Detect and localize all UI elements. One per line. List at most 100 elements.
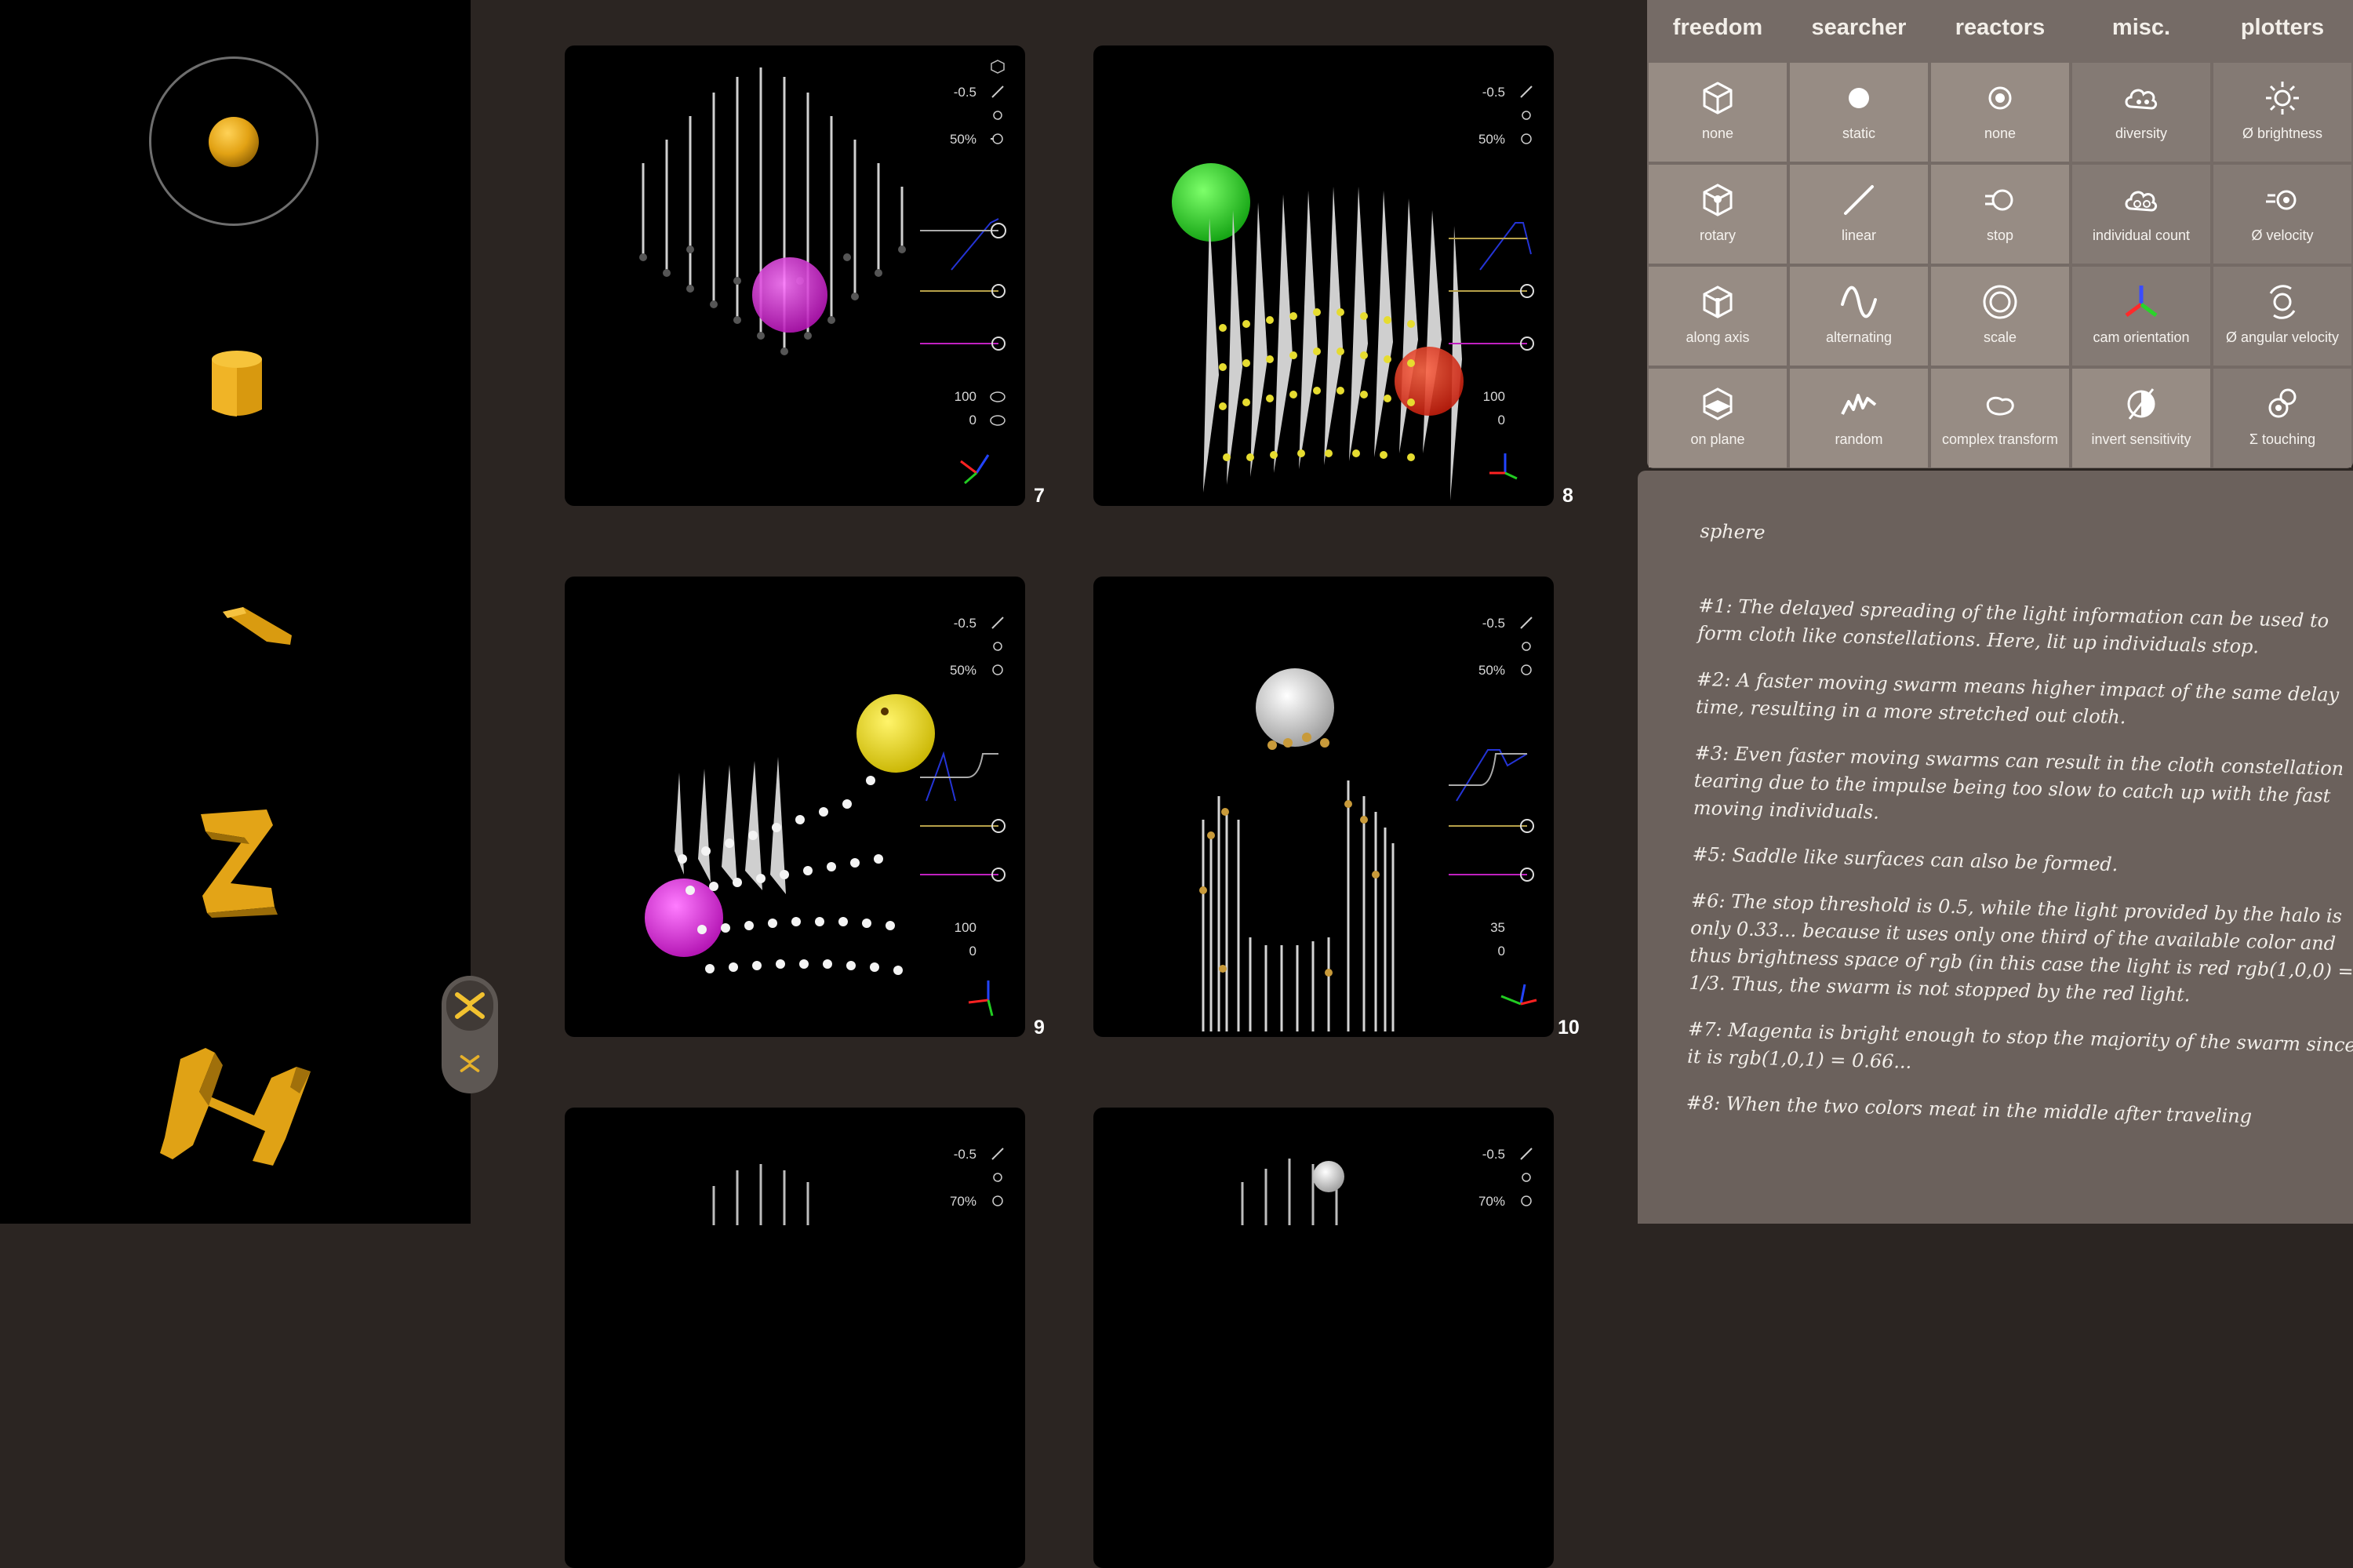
stop-icon[interactable] (989, 130, 1006, 147)
zigzag-icon (1841, 394, 1877, 415)
freedom-along-axis-label: along axis (1686, 329, 1750, 345)
searcher-static-label: static (1842, 126, 1875, 141)
individual-count-value: 100 (954, 389, 976, 404)
tab-reactors[interactable]: reactors (1929, 0, 2071, 55)
brightness-graph (920, 218, 1006, 271)
simulation-tile-10[interactable]: -0.5 50% 35 0 (1093, 577, 1554, 1037)
stop-icon[interactable] (1518, 1192, 1535, 1210)
searcher-static[interactable]: static (1790, 63, 1928, 162)
cube-icon (1703, 82, 1733, 115)
cloud-count-icon[interactable] (989, 387, 1006, 405)
note-paragraph: #1: The delayed spreading of the light i… (1697, 594, 2329, 658)
cube-axis-icon (1703, 286, 1733, 318)
freedom-none[interactable]: none (1649, 63, 1787, 162)
searcher-linear[interactable]: linear (1790, 165, 1928, 264)
searcher-alternating[interactable]: alternating (1790, 267, 1928, 366)
stop-icon[interactable] (1518, 130, 1535, 147)
tile-hud: -0.5 70% (1457, 1120, 1543, 1559)
swarm-toggle-active[interactable] (446, 980, 493, 1031)
sun-icon (2266, 82, 2299, 115)
cloud-icon (2125, 89, 2158, 110)
note-paragraph: #7: Magenta is bright enough to stop the… (1686, 1017, 2353, 1073)
dot-icon[interactable] (989, 107, 1006, 124)
reactor-stop-label: stop (1986, 227, 2014, 243)
tab-freedom[interactable]: freedom (1647, 0, 1788, 55)
touching-graph (1449, 868, 1534, 882)
simulation-tile-12[interactable]: -0.5 70% (1093, 1108, 1554, 1568)
line-icon[interactable] (1518, 614, 1535, 631)
shape-sphere[interactable] (205, 114, 262, 170)
velocity-icon (2266, 190, 2297, 210)
freedom-rotary[interactable]: rotary (1649, 165, 1787, 264)
individual-count-value: 100 (1482, 389, 1505, 404)
stop-icon[interactable] (989, 661, 1006, 678)
stop-threshold-value: -0.5 (953, 616, 976, 631)
misc-individual-count[interactable]: individual count (2072, 165, 2210, 264)
note-paragraph: #2: A faster moving swarm means higher i… (1695, 668, 2340, 729)
shape-cylinder[interactable] (205, 345, 268, 424)
reactor-stop[interactable]: stop (1931, 165, 2069, 264)
touching-graph (920, 337, 1006, 351)
freedom-on-plane-label: on plane (1690, 431, 1745, 447)
reactor-scale[interactable]: scale (1931, 267, 2069, 366)
shape-h[interactable] (157, 1043, 322, 1169)
simulation-tile-11[interactable]: -0.5 70% (565, 1108, 1025, 1568)
swarm-toggle-group (442, 976, 498, 1093)
shape-tick[interactable] (220, 604, 298, 651)
tile-hud: -0.5 50% 100 0 (920, 589, 1014, 1028)
simulation-tile-8[interactable]: -0.5 50% 100 0 (1093, 45, 1554, 506)
line-icon[interactable] (989, 614, 1006, 631)
plotter-brightness-label: Ø brightness (2242, 126, 2323, 141)
misc-cam-orientation[interactable]: cam orientation (2072, 267, 2210, 366)
misc-diversity-label: diversity (2115, 126, 2167, 141)
tab-searcher[interactable]: searcher (1788, 0, 1929, 55)
cube-rotary-icon (1703, 184, 1733, 216)
freedom-on-plane[interactable]: on plane (1649, 369, 1787, 467)
shape-selector (0, 0, 471, 1224)
cloud-icon[interactable] (989, 411, 1006, 428)
tile-hud: -0.5 50% 35 0 (1449, 589, 1543, 1028)
plotter-brightness[interactable]: Ø brightness (2213, 63, 2351, 162)
searcher-random[interactable]: random (1790, 369, 1928, 467)
misc-individual-count-label: individual count (2092, 227, 2191, 243)
scale-icon (1983, 285, 2017, 319)
note-paragraph: #6: The stop threshold is 0.5, while the… (1689, 889, 2353, 1006)
plotter-velocity[interactable]: Ø velocity (2213, 165, 2351, 264)
dot-icon[interactable] (989, 638, 1006, 655)
simulation-tile-9[interactable]: -0.5 50% 100 0 (565, 577, 1025, 1037)
simulation-tile-7[interactable]: -0.5 50% 100 0 (565, 45, 1025, 506)
misc-invert-sensitivity[interactable]: invert sensitivity (2072, 369, 2210, 467)
notes-title: sphere (1700, 519, 1766, 544)
stop-icon[interactable] (1518, 661, 1535, 678)
stop-icon[interactable] (989, 1192, 1006, 1210)
misc-diversity[interactable]: diversity (2072, 63, 2210, 162)
tab-misc[interactable]: misc. (2071, 0, 2212, 55)
reactor-complex-transform[interactable]: complex transform (1931, 369, 2069, 467)
tab-plotters[interactable]: plotters (2212, 0, 2353, 55)
dot-icon[interactable] (1518, 638, 1535, 655)
swarm-toggle-small[interactable] (446, 1039, 493, 1089)
reactor-scale-label: scale (1983, 329, 2017, 345)
line-icon[interactable] (1518, 83, 1535, 100)
dot-icon[interactable] (1518, 107, 1535, 124)
reactor-none[interactable]: none (1931, 63, 2069, 162)
line-icon[interactable] (1518, 1145, 1535, 1162)
touching-graph (920, 868, 1006, 882)
stop-threshold-value: -0.5 (953, 85, 976, 100)
individual-count-value: 35 (1490, 920, 1505, 935)
freedom-along-axis[interactable]: along axis (1649, 267, 1787, 366)
plotter-touching[interactable]: Σ touching (2213, 369, 2351, 467)
notes-panel[interactable]: sphere #1: The delayed spreading of the … (1638, 471, 2353, 1224)
invert-icon (2127, 388, 2155, 420)
cube-icon[interactable] (989, 58, 1006, 75)
line-icon[interactable] (989, 83, 1006, 100)
velocity-graph (920, 284, 1006, 298)
tile-hud: -0.5 70% (928, 1120, 1014, 1559)
line-icon[interactable] (989, 1145, 1006, 1162)
brightness-graph (1449, 749, 1528, 802)
dot-icon[interactable] (1518, 1169, 1535, 1186)
plotter-angular-velocity[interactable]: Ø angular velocity (2213, 267, 2351, 366)
note-paragraph: #8: When the two colors meat in the midd… (1686, 1091, 2253, 1128)
dot-icon[interactable] (989, 1169, 1006, 1186)
shape-z[interactable] (196, 808, 282, 918)
